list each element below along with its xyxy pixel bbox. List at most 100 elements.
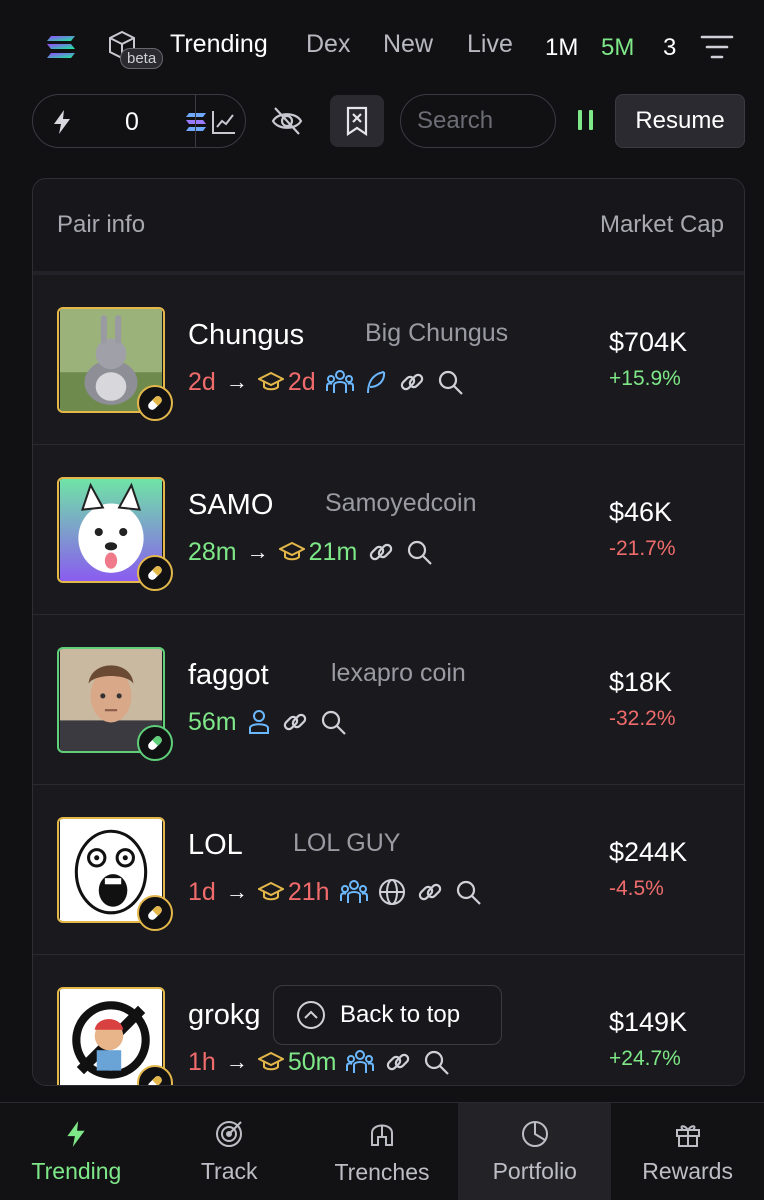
globe-icon[interactable] [378,878,406,906]
pairs-table: Pair info Market Cap Chungus Big Chungus… [32,178,745,1086]
pump-pill-icon [137,385,173,421]
link-icon[interactable] [384,1048,412,1076]
chart-icon[interactable] [211,109,237,135]
search-icon[interactable] [454,878,482,906]
target-icon [216,1120,243,1147]
price-change: +15.9% [609,367,681,390]
search-icon[interactable] [422,1048,450,1076]
solana-small-icon [186,113,206,131]
holders-icon[interactable] [346,1049,375,1075]
single-holder-icon[interactable] [247,709,271,735]
price-change: -4.5% [609,877,664,900]
tab-new[interactable]: New [383,30,433,59]
price-change: +24.7% [609,1047,681,1070]
holders-icon[interactable] [339,879,368,905]
helmet-icon [370,1124,393,1146]
token-ticker: Chungus [188,319,305,351]
bottom-tab-track[interactable]: Track [153,1103,306,1200]
table-row[interactable]: Chungus Big Chungus 2d → 2d $704K +15.9% [33,275,744,445]
back-to-top-label: Back to top [340,1001,461,1028]
bottom-tab-label: Trending [31,1157,122,1184]
token-meta: 1h → 50m [188,1047,450,1077]
market-cap: $46K [609,497,673,527]
solana-icon[interactable] [46,34,76,60]
graduated-age: 50m [257,1047,337,1077]
graduated-age-value: 50m [287,1047,337,1076]
price-change: -32.2% [609,707,676,730]
tab-dex[interactable]: Dex [306,30,350,59]
graduated-age-value: 2d [287,367,316,396]
tab-trending[interactable]: Trending [170,30,268,59]
token-age: 28m [188,537,237,566]
quick-buy-control[interactable]: 0 [32,94,246,148]
token-name: Big Chungus [365,319,509,347]
search-input[interactable] [400,94,556,148]
token-name: Samoyedcoin [325,489,477,517]
graduation-cap-icon [257,371,284,391]
bottom-tab-trenches[interactable]: Trenches [306,1103,459,1200]
resume-button[interactable]: Resume [615,94,745,148]
token-ticker: grokg [188,999,261,1031]
token-age: 56m [188,707,237,736]
arrow-right-icon: → [246,539,269,564]
column-market-cap[interactable]: Market Cap [600,211,724,239]
holders-icon[interactable] [325,369,354,395]
market-cap: $18K [609,667,673,697]
graduation-cap-icon [257,881,284,901]
token-meta: 56m [188,707,347,737]
pump-pill-icon [137,555,173,591]
lightning-icon [67,1120,86,1147]
link-icon[interactable] [398,368,426,396]
market-cap: $244K [609,837,688,867]
token-name: LOL GUY [293,829,401,857]
tab-live[interactable]: Live [467,30,513,59]
back-to-top-button[interactable]: Back to top [273,985,502,1045]
bottom-tab-label: Track [200,1157,258,1184]
graduation-cap-icon [278,541,305,561]
arrow-right-icon: → [225,879,248,904]
graduated-age-value: 21h [287,877,330,906]
table-row[interactable]: faggot lexapro coin 56m $18K -32.2% [33,615,744,785]
timeframe-5m[interactable]: 5M [601,34,634,62]
column-pair-info[interactable]: Pair info [57,211,145,239]
link-icon[interactable] [416,878,444,906]
bottom-tab-label: Portfolio [492,1157,577,1184]
timeframe-1m[interactable]: 1M [545,34,578,62]
lightning-icon [54,110,70,134]
market-cap: $704K [609,327,688,357]
pump-pill-icon [137,725,173,761]
search-icon[interactable] [319,708,347,736]
table-row[interactable]: LOL LOL GUY 1d → 21h $244K -4.5% [33,785,744,955]
table-row[interactable]: SAMO Samoyedcoin 28m → 21m $46K -21.7% [33,445,744,615]
hide-eye-icon[interactable] [270,104,304,138]
market-cap: $149K [609,1007,688,1037]
search-icon[interactable] [405,538,433,566]
timeframe-partial[interactable]: 3 [663,34,676,62]
token-ticker: LOL [188,829,243,861]
filter-menu-icon[interactable] [700,34,734,60]
pump-pill-icon [137,895,173,931]
token-ticker: faggot [188,659,269,691]
link-icon[interactable] [281,708,309,736]
arrow-right-icon: → [225,369,248,394]
search-icon[interactable] [436,368,464,396]
graduated-age: 21m [278,538,357,567]
table-header: Pair info Market Cap [33,179,744,275]
beta-badge: beta [120,48,164,69]
bookmark-filter-button[interactable] [330,95,384,147]
token-meta: 2d → 2d [188,367,464,397]
token-age: 1d [188,877,216,906]
bottom-tab-trending[interactable]: Trending [0,1103,153,1200]
top-nav: beta Trending Dex New Live 1M 5M 3 [0,0,764,92]
arrow-right-icon: → [225,1049,248,1074]
feather-icon[interactable] [364,369,388,395]
quick-buy-amount[interactable]: 0 [125,108,139,137]
price-change: -21.7% [609,537,676,560]
link-icon[interactable] [367,538,395,566]
bottom-tab-portfolio[interactable]: Portfolio [458,1103,612,1200]
token-meta: 1d → 21h [188,877,482,907]
bottom-tab-rewards[interactable]: Rewards [611,1103,764,1200]
bottom-nav: Trending Track Trenches Portfolio Reward… [0,1102,764,1200]
pause-icon[interactable] [576,108,596,132]
token-name: lexapro coin [331,659,466,687]
